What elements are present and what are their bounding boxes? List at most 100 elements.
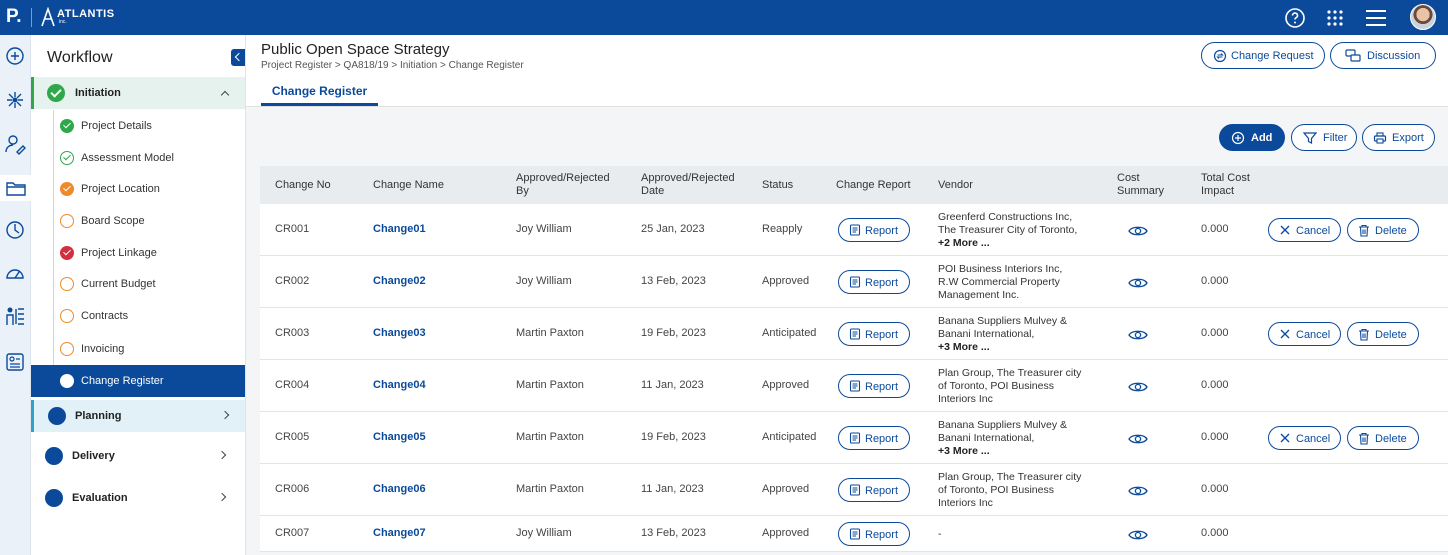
- dashboard-gauge-icon[interactable]: [4, 263, 26, 285]
- icon-rail: [0, 35, 31, 555]
- cancel-button[interactable]: Cancel: [1268, 322, 1341, 346]
- column-header[interactable]: Change Report: [836, 179, 911, 192]
- help-icon[interactable]: [1283, 6, 1307, 30]
- export-button[interactable]: Export: [1362, 124, 1435, 151]
- user-edit-icon[interactable]: [4, 133, 26, 155]
- user-avatar[interactable]: [1410, 4, 1436, 30]
- view-eye-icon[interactable]: [1128, 484, 1148, 498]
- total-cost-cell: 0.000: [1201, 483, 1229, 495]
- app-logo[interactable]: P.: [6, 6, 22, 28]
- change-no-cell: CR007: [275, 527, 310, 539]
- filter-button[interactable]: Filter: [1291, 124, 1357, 151]
- report-button[interactable]: Report: [838, 478, 910, 502]
- change-name-link[interactable]: Change04: [373, 379, 426, 391]
- delete-button[interactable]: Delete: [1347, 426, 1419, 450]
- view-eye-icon[interactable]: [1128, 432, 1148, 446]
- delete-button[interactable]: Delete: [1347, 322, 1419, 346]
- add-button[interactable]: Add: [1219, 124, 1285, 151]
- column-header[interactable]: Change No: [275, 179, 331, 192]
- stage-planning[interactable]: Planning: [31, 400, 245, 432]
- step-contracts[interactable]: Contracts: [31, 300, 245, 332]
- approved-by-cell: Joy William: [516, 223, 572, 235]
- step-project-linkage[interactable]: Project Linkage: [31, 237, 245, 269]
- step-assessment-model[interactable]: Assessment Model: [31, 142, 245, 174]
- report-button[interactable]: Report: [838, 522, 910, 546]
- vendor-cell: Greenferd Constructions Inc, The Treasure…: [938, 211, 1098, 250]
- step-board-scope[interactable]: Board Scope: [31, 205, 245, 237]
- cancel-button[interactable]: Cancel: [1268, 426, 1341, 450]
- step-change-register[interactable]: Change Register: [31, 365, 245, 397]
- print-export-icon: [1373, 132, 1387, 144]
- vendor-more-link[interactable]: +3 More ...: [938, 445, 1098, 458]
- column-header[interactable]: Approved/Rejected By: [516, 172, 610, 198]
- step-project-details[interactable]: Project Details: [31, 110, 245, 142]
- document-icon: [849, 224, 861, 236]
- status-cell: Reapply: [762, 223, 803, 235]
- report-button[interactable]: Report: [838, 426, 910, 450]
- team-org-icon[interactable]: [4, 305, 26, 327]
- tab-change-register[interactable]: Change Register: [261, 84, 378, 106]
- current-circle-icon: [60, 374, 74, 388]
- stage-label: Evaluation: [72, 492, 128, 504]
- step-project-location[interactable]: Project Location: [31, 173, 245, 205]
- column-header[interactable]: Total Cost Impact: [1201, 172, 1250, 198]
- column-header[interactable]: Vendor: [938, 179, 973, 192]
- delete-button[interactable]: Delete: [1347, 218, 1419, 242]
- status-cell: Approved: [762, 275, 810, 287]
- step-current-budget[interactable]: Current Budget: [31, 268, 245, 300]
- discussion-button[interactable]: Discussion: [1330, 42, 1436, 69]
- total-cost-cell: 0.000: [1201, 379, 1229, 391]
- approved-by-cell: Martin Paxton: [516, 431, 584, 443]
- change-name-link[interactable]: Change05: [373, 431, 426, 443]
- cancel-button[interactable]: Cancel: [1268, 218, 1341, 242]
- approved-date-cell: 19 Feb, 2023: [641, 327, 706, 339]
- vendor-more-link[interactable]: +2 More ...: [938, 237, 1098, 250]
- report-card-icon[interactable]: [4, 351, 26, 373]
- table-row: CR004 Change04 Martin Paxton 11 Jan, 202…: [260, 360, 1448, 412]
- trash-icon: [1359, 224, 1369, 237]
- stage-evaluation[interactable]: Evaluation: [31, 482, 245, 514]
- button-label: Report: [865, 329, 899, 341]
- column-header[interactable]: Approved/Rejected Date: [641, 172, 735, 198]
- approved-date-cell: 25 Jan, 2023: [641, 223, 705, 235]
- change-name-link[interactable]: Change01: [373, 223, 426, 235]
- step-label: Current Budget: [81, 278, 156, 290]
- approved-by-cell: Martin Paxton: [516, 483, 584, 495]
- stage-initiation[interactable]: Initiation: [31, 77, 245, 109]
- view-eye-icon[interactable]: [1128, 380, 1148, 394]
- stage-label: Planning: [75, 410, 122, 422]
- view-eye-icon[interactable]: [1128, 276, 1148, 290]
- collapse-sidebar-button[interactable]: [231, 49, 245, 66]
- step-invoicing[interactable]: Invoicing: [31, 333, 245, 365]
- change-name-link[interactable]: Change03: [373, 327, 426, 339]
- network-icon[interactable]: [4, 89, 26, 111]
- hamburger-menu-icon[interactable]: [1364, 6, 1388, 30]
- change-request-button[interactable]: Change Request: [1201, 42, 1325, 69]
- change-name-link[interactable]: Change07: [373, 527, 426, 539]
- apps-grid-icon[interactable]: [1323, 6, 1347, 30]
- report-button[interactable]: Report: [838, 322, 910, 346]
- report-button[interactable]: Report: [838, 270, 910, 294]
- report-button[interactable]: Report: [838, 374, 910, 398]
- table-row: CR003 Change03 Martin Paxton 19 Feb, 202…: [260, 308, 1448, 360]
- page-header: Public Open Space Strategy Project Regis…: [246, 35, 1448, 107]
- column-header[interactable]: Status: [762, 179, 793, 192]
- report-button[interactable]: Report: [838, 218, 910, 242]
- button-label: Report: [865, 277, 899, 289]
- column-header[interactable]: Cost Summary: [1117, 172, 1164, 198]
- change-name-link[interactable]: Change02: [373, 275, 426, 287]
- folder-icon[interactable]: [0, 175, 31, 201]
- vendor-line: Interiors Inc: [938, 496, 993, 509]
- add-circle-icon[interactable]: [4, 45, 26, 67]
- view-eye-icon[interactable]: [1128, 224, 1148, 238]
- finance-clock-icon[interactable]: [4, 219, 26, 241]
- vendor-more-link[interactable]: +3 More ...: [938, 341, 1098, 354]
- view-eye-icon[interactable]: [1128, 528, 1148, 542]
- view-eye-icon[interactable]: [1128, 328, 1148, 342]
- change-name-link[interactable]: Change06: [373, 483, 426, 495]
- column-header[interactable]: Change Name: [373, 179, 444, 192]
- button-label: Delete: [1375, 225, 1407, 237]
- stage-delivery[interactable]: Delivery: [31, 440, 245, 472]
- button-label: Report: [865, 529, 899, 541]
- breadcrumb[interactable]: Project Register > QA818/19 > Initiation…: [261, 60, 524, 71]
